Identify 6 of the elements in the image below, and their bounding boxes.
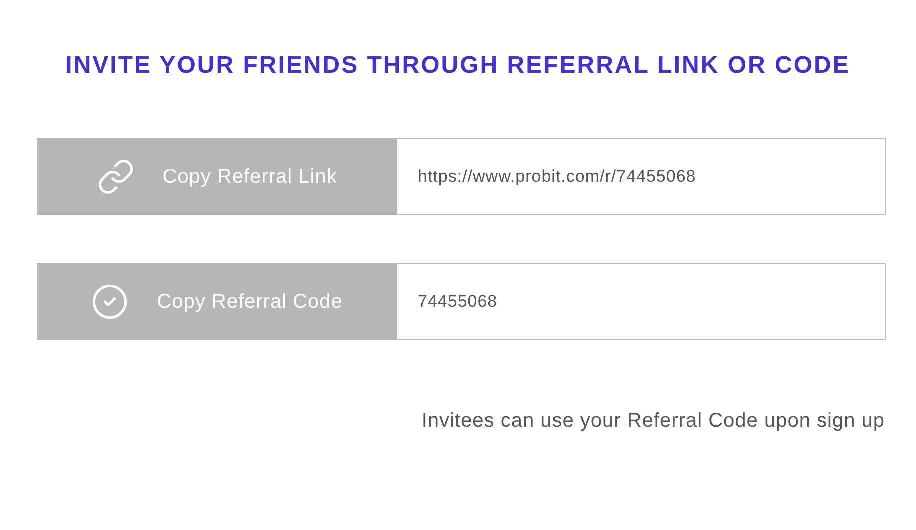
invitee-note: Invitees can use your Referral Code upon sign up: [422, 409, 885, 434]
page-title: INVITE YOUR FRIENDS THROUGH REFERRAL LINK OR CODE: [66, 51, 850, 81]
referral-field[interactable]: https://www.probit.com/r/74455068: [397, 138, 886, 215]
referral-field[interactable]: 74455068: [397, 263, 886, 340]
check-circle-icon: [91, 282, 130, 320]
link-icon: [96, 158, 135, 196]
